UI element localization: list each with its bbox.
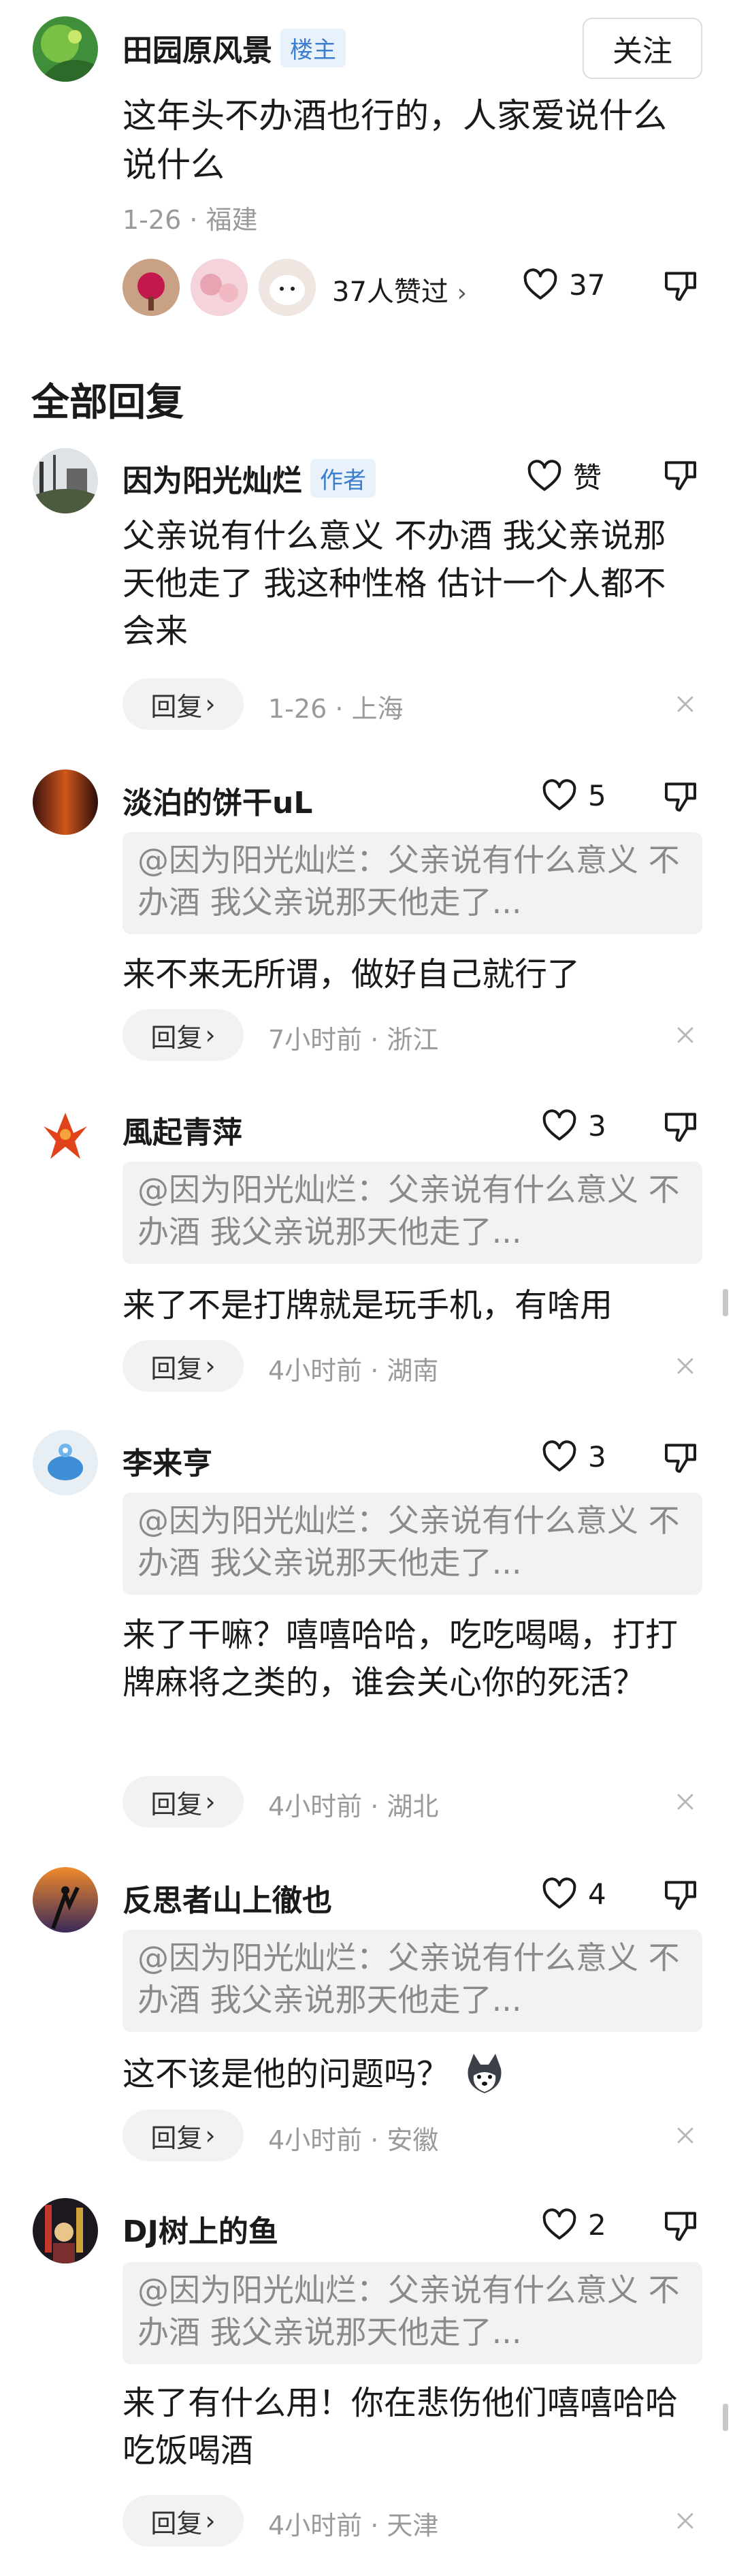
reply-text: 父亲说有什么意义 不办酒 我父亲说那天他走了 我这种性格 估计一个人都不会来 bbox=[122, 517, 666, 650]
reply-username[interactable]: 李来亨 bbox=[122, 1439, 212, 1482]
dislike-icon[interactable] bbox=[662, 1876, 700, 1914]
dislike-icon[interactable] bbox=[662, 1108, 700, 1146]
liker-avatar[interactable] bbox=[259, 259, 316, 316]
likers-link[interactable]: 37人赞过 › bbox=[332, 270, 467, 309]
liker-avatar[interactable] bbox=[122, 259, 180, 316]
op-badge: 楼主 bbox=[280, 29, 346, 67]
follow-button[interactable]: 关注 bbox=[583, 18, 702, 79]
dislike-icon[interactable] bbox=[662, 778, 700, 816]
liker-avatar[interactable] bbox=[191, 259, 248, 316]
heart-icon bbox=[540, 776, 578, 814]
close-icon[interactable] bbox=[674, 693, 697, 716]
scroll-indicator[interactable] bbox=[723, 2404, 728, 2431]
heart-icon bbox=[525, 457, 564, 495]
avatar[interactable] bbox=[33, 1099, 98, 1164]
avatar[interactable] bbox=[33, 1867, 98, 1933]
reply-username[interactable]: 因为阳光灿烂 作者 bbox=[122, 456, 376, 500]
reply-username[interactable]: 風起青萍 bbox=[122, 1108, 242, 1151]
op-meta: 1-26 · 福建 bbox=[122, 205, 258, 235]
op-username[interactable]: 田园原风景 楼主 bbox=[122, 26, 346, 69]
reply-button[interactable]: 回复 › bbox=[122, 2110, 244, 2161]
heart-icon bbox=[540, 1437, 578, 1476]
reply-username[interactable]: 淡泊的饼干uL bbox=[122, 778, 312, 822]
chevron-right-icon: › bbox=[205, 1787, 216, 1817]
close-icon[interactable] bbox=[674, 1023, 697, 1047]
reply-username[interactable]: 反思者山上徹也 bbox=[122, 1876, 332, 1920]
dislike-icon[interactable] bbox=[662, 2207, 700, 2245]
reply-text: 来了不是打牌就是玩手机，有啥用 bbox=[122, 1286, 613, 1324]
reply-button[interactable]: 回复 › bbox=[122, 678, 244, 730]
reply-text: 这不该是他的问题吗？ bbox=[122, 2048, 694, 2100]
dislike-icon[interactable] bbox=[662, 1439, 700, 1477]
heart-icon bbox=[540, 2206, 578, 2244]
op-text: 这年头不办酒也行的，人家爱说什么说什么 bbox=[122, 96, 667, 185]
reply-like[interactable]: 4 bbox=[540, 1875, 606, 1913]
chevron-right-icon: › bbox=[205, 689, 216, 719]
reply-like[interactable]: 2 bbox=[540, 2206, 606, 2244]
close-icon[interactable] bbox=[674, 1790, 697, 1813]
reply-button[interactable]: 回复 › bbox=[122, 1340, 244, 1392]
like-count: 37 bbox=[569, 268, 606, 302]
close-icon[interactable] bbox=[674, 2509, 697, 2532]
avatar[interactable] bbox=[33, 1430, 98, 1495]
reply-like[interactable]: 5 bbox=[540, 776, 606, 814]
chevron-right-icon: › bbox=[205, 1351, 216, 1381]
dislike-icon[interactable] bbox=[662, 456, 700, 494]
quoted-reply[interactable]: @因为阳光灿烂：父亲说有什么意义 不办酒 我父亲说那天他走了... bbox=[122, 1493, 702, 1595]
reply-like[interactable]: 3 bbox=[540, 1107, 606, 1145]
op-like[interactable]: 37 bbox=[521, 266, 605, 304]
scroll-indicator[interactable] bbox=[723, 1289, 728, 1316]
reply-text: 来了有什么用！你在悲伤他们嘻嘻哈哈吃饭喝酒 bbox=[122, 2384, 679, 2470]
close-icon[interactable] bbox=[674, 2124, 697, 2147]
quoted-reply[interactable]: @因为阳光灿烂：父亲说有什么意义 不办酒 我父亲说那天他走了... bbox=[122, 2262, 702, 2364]
reply-button[interactable]: 回复 › bbox=[122, 2495, 244, 2547]
chevron-right-icon: › bbox=[205, 2120, 216, 2150]
heart-icon bbox=[521, 266, 559, 304]
reply-text: 来不来无所谓，做好自己就行了 bbox=[122, 955, 581, 993]
reply-meta: 7小时前 · 浙江 bbox=[268, 1025, 439, 1055]
quoted-reply[interactable]: @因为阳光灿烂：父亲说有什么意义 不办酒 我父亲说那天他走了... bbox=[122, 1930, 702, 2032]
chevron-right-icon: › bbox=[205, 2506, 216, 2536]
reply-meta: 4小时前 · 湖南 bbox=[268, 1356, 439, 1386]
reply-meta: 1-26 · 上海 bbox=[268, 694, 404, 724]
author-badge: 作者 bbox=[310, 459, 376, 498]
heart-icon bbox=[540, 1107, 578, 1145]
quoted-reply[interactable]: @因为阳光灿烂：父亲说有什么意义 不办酒 我父亲说那天他走了... bbox=[122, 832, 702, 934]
heart-icon bbox=[540, 1875, 578, 1913]
reply-meta: 4小时前 · 天津 bbox=[268, 2511, 439, 2541]
reply-button[interactable]: 回复 › bbox=[122, 1776, 244, 1828]
close-icon[interactable] bbox=[674, 1354, 697, 1378]
section-title: 全部回复 bbox=[31, 381, 184, 425]
dislike-icon[interactable] bbox=[662, 267, 700, 305]
reply-username[interactable]: DJ树上的鱼 bbox=[122, 2207, 278, 2251]
quoted-reply[interactable]: @因为阳光灿烂：父亲说有什么意义 不办酒 我父亲说那天他走了... bbox=[122, 1162, 702, 1264]
reply-like[interactable]: 赞 bbox=[525, 455, 602, 496]
reply-text: 来了干嘛？嘻嘻哈哈，吃吃喝喝，打打牌麻将之类的，谁会关心你的死活？ bbox=[122, 1616, 679, 1702]
avatar[interactable] bbox=[33, 769, 98, 835]
reply-like[interactable]: 3 bbox=[540, 1437, 606, 1476]
reply-button[interactable]: 回复 › bbox=[122, 1009, 244, 1061]
avatar[interactable] bbox=[33, 16, 98, 82]
chevron-right-icon: › bbox=[205, 1020, 216, 1050]
avatar[interactable] bbox=[33, 448, 98, 513]
avatar[interactable] bbox=[33, 2198, 98, 2263]
reply-meta: 4小时前 · 湖北 bbox=[268, 1792, 439, 1822]
reply-meta: 4小时前 · 安徽 bbox=[268, 2125, 439, 2155]
chevron-right-icon: › bbox=[457, 279, 468, 307]
husky-emoji-icon bbox=[459, 2048, 510, 2100]
